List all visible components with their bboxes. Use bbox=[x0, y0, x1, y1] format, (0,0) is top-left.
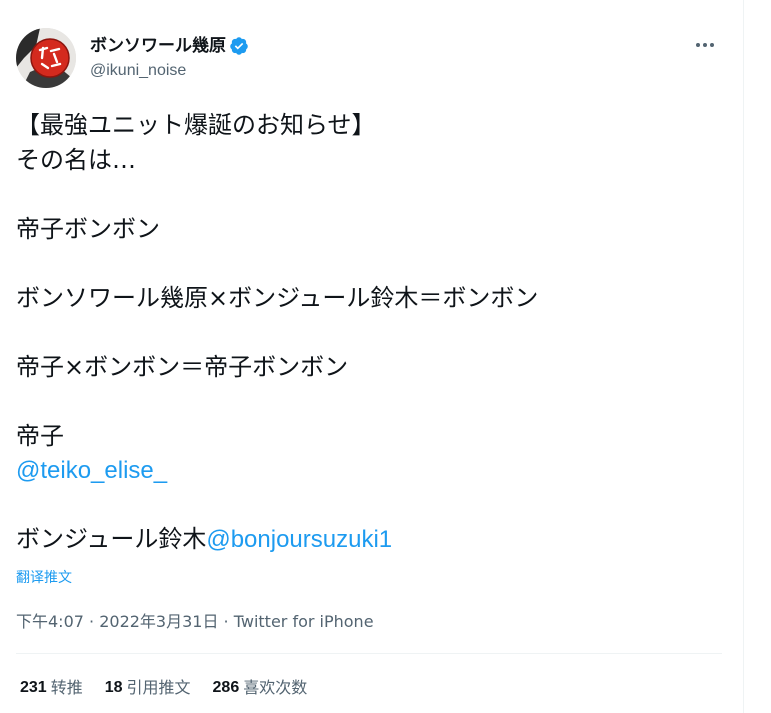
quotes-stat[interactable]: 18 引用推文 bbox=[105, 676, 191, 700]
author-name-row: ボンソワール幾原 bbox=[90, 34, 249, 58]
meta-separator: · bbox=[83, 612, 100, 631]
tweet-time[interactable]: 下午4:07 bbox=[16, 612, 84, 631]
author-display-name[interactable]: ボンソワール幾原 bbox=[90, 34, 226, 58]
tweet-line: 帝子ボンボン bbox=[16, 214, 160, 243]
tweet-source[interactable]: Twitter for iPhone bbox=[234, 612, 374, 631]
divider bbox=[16, 653, 722, 654]
tweet-line: ボンソワール幾原×ボンジュール鈴木＝ボンボン bbox=[16, 283, 539, 312]
mention-link-teiko[interactable]: @teiko_elise_ bbox=[16, 457, 167, 484]
column-border bbox=[743, 0, 744, 713]
tweet-header: ボンソワール幾原 @ikuni_noise bbox=[16, 28, 724, 88]
tweet-meta: 下午4:07 · 2022年3月31日 · Twitter for iPhone bbox=[16, 610, 374, 634]
retweets-count: 231 bbox=[20, 679, 47, 696]
quotes-label: 引用推文 bbox=[126, 678, 191, 697]
quotes-count: 18 bbox=[104, 679, 123, 696]
translate-tweet-link[interactable]: 翻译推文 bbox=[16, 568, 72, 588]
tweet-line: 帝子×ボンボン＝帝子ボンボン bbox=[16, 352, 349, 381]
verified-badge-icon bbox=[229, 36, 249, 56]
tweet-date[interactable]: 2022年3月31日 bbox=[99, 612, 218, 631]
tweet-mention-line: @teiko_elise_ bbox=[16, 453, 724, 488]
avatar[interactable] bbox=[16, 28, 76, 88]
tweet-line: 【最強ユニット爆誕のお知らせ】 bbox=[16, 111, 376, 139]
avatar-image bbox=[16, 28, 76, 88]
likes-stat[interactable]: 286 喜欢次数 bbox=[213, 676, 308, 700]
retweets-stat[interactable]: 231 转推 bbox=[20, 676, 83, 700]
tweet-last-line: ボンジュール鈴木@bonjoursuzuki1 bbox=[16, 522, 724, 557]
more-options-icon[interactable] bbox=[690, 30, 720, 60]
tweet-stats: 231 转推 18 引用推文 286 喜欢次数 bbox=[20, 676, 329, 700]
author-info: ボンソワール幾原 @ikuni_noise bbox=[90, 34, 249, 82]
tweet-line: 帝子 bbox=[16, 421, 64, 450]
tweet-line-prefix: ボンジュール鈴木 bbox=[16, 525, 207, 553]
likes-label: 喜欢次数 bbox=[243, 678, 308, 697]
tweet-line: その名は… bbox=[16, 145, 136, 174]
mention-link-bonjour[interactable]: @bonjoursuzuki1 bbox=[206, 526, 392, 553]
tweet-text: 【最強ユニット爆誕のお知らせ】 その名は… 帝子ボンボン ボンソワール幾原×ボン… bbox=[16, 108, 724, 557]
author-handle[interactable]: @ikuni_noise bbox=[90, 60, 249, 82]
meta-separator: · bbox=[218, 612, 234, 631]
likes-count: 286 bbox=[212, 679, 240, 696]
retweets-label: 转推 bbox=[50, 678, 83, 697]
